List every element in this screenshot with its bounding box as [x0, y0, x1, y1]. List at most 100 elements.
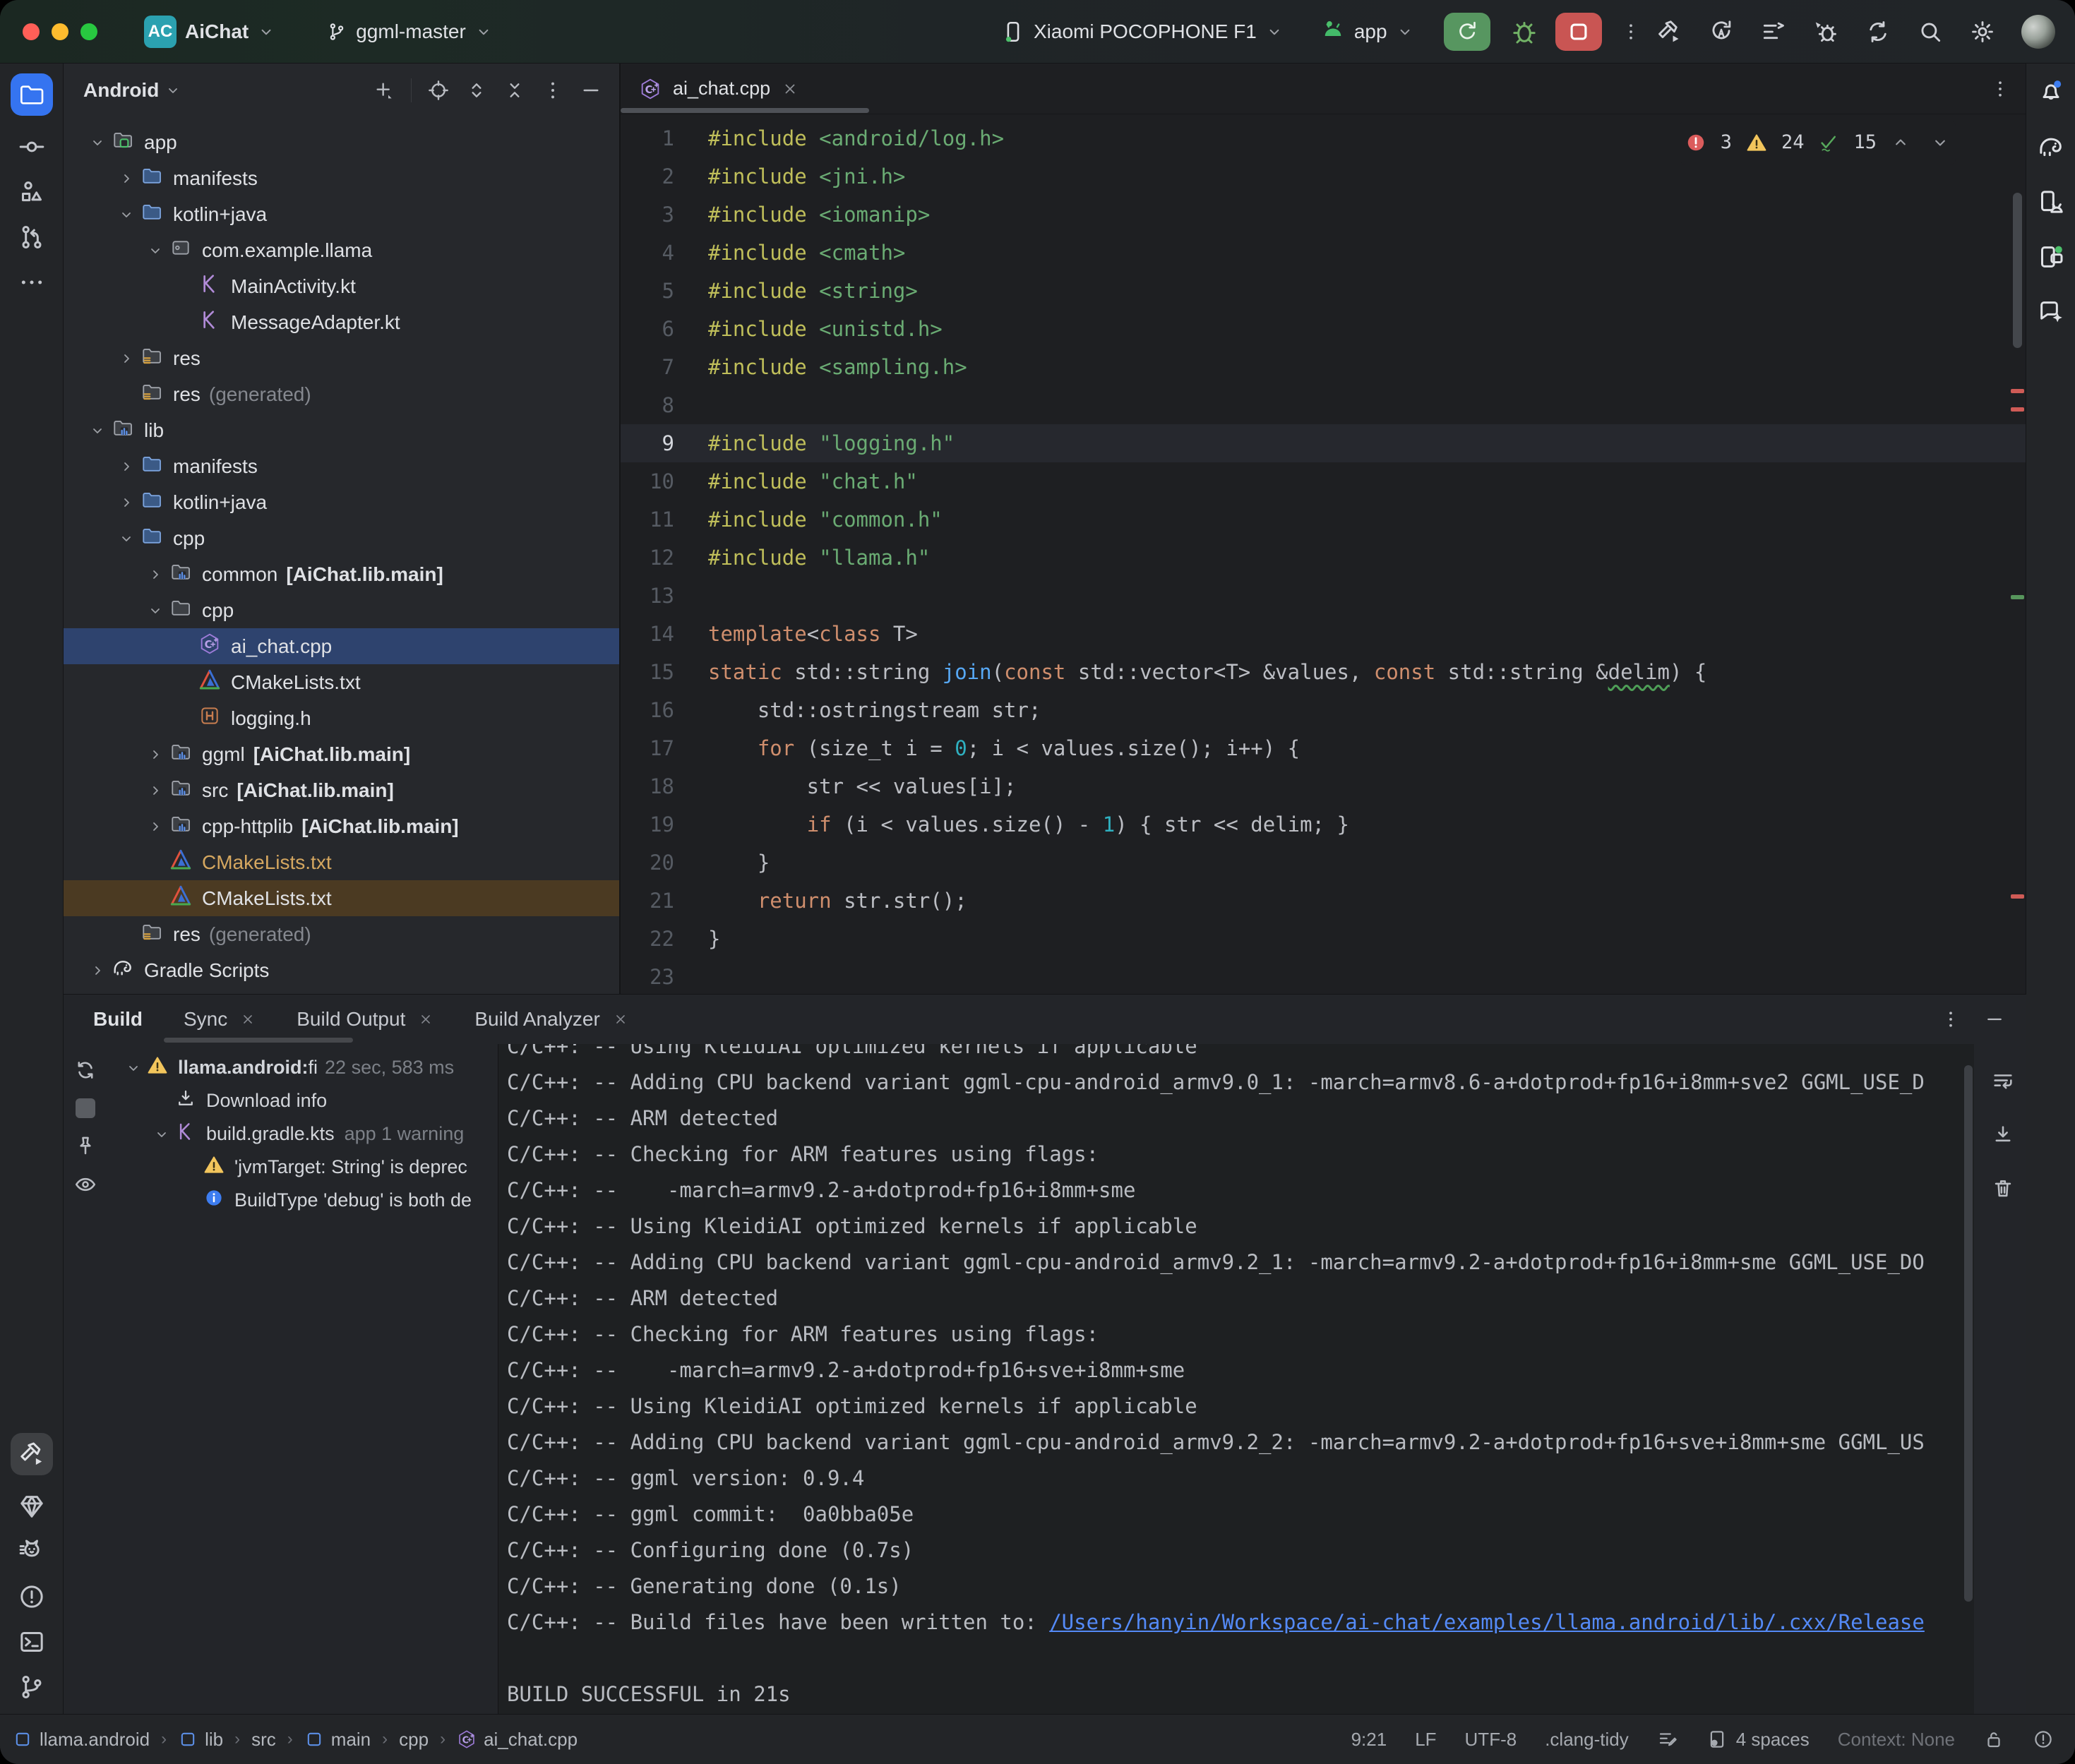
project-tree-item[interactable]: CMakeLists.txt — [64, 880, 619, 916]
code-line[interactable]: 17 for (size_t i = 0; i < values.size();… — [621, 729, 2026, 767]
project-tree-item[interactable]: cpp — [64, 520, 619, 556]
rerun-button[interactable] — [1444, 13, 1490, 51]
chevron-down-icon[interactable] — [118, 206, 135, 223]
scroll-end-button[interactable] — [1991, 1123, 2015, 1147]
project-tree-item[interactable]: kotlin+java — [64, 196, 619, 232]
project-tree-item[interactable]: CMakeLists.txt — [64, 844, 619, 880]
filter-square-button[interactable] — [73, 1096, 97, 1120]
project-tree-item[interactable]: lib — [64, 412, 619, 448]
project-tree-item[interactable]: cpp-httplib[AiChat.lib.main] — [64, 808, 619, 844]
chevron-right-icon[interactable] — [147, 566, 164, 583]
run-config-selector[interactable]: app — [1320, 19, 1414, 44]
tool-strip-running-devices-button[interactable] — [2037, 243, 2065, 271]
status-9-21[interactable]: 9:21 — [1351, 1729, 1387, 1751]
chevron-right-icon[interactable] — [147, 746, 164, 763]
breadcrumb-item[interactable]: llama.android — [13, 1729, 150, 1751]
add-button[interactable] — [373, 79, 395, 102]
project-tree-item[interactable]: res — [64, 340, 619, 376]
error-stripe-mark[interactable] — [2011, 389, 2024, 393]
code-line[interactable]: 7#include <sampling.h> — [621, 348, 2026, 386]
code-line[interactable]: 12#include "llama.h" — [621, 539, 2026, 577]
code-line[interactable]: 4#include <cmath> — [621, 234, 2026, 272]
status-utf-8[interactable]: UTF-8 — [1465, 1729, 1517, 1751]
project-tree-item[interactable]: Cai_chat.cpp — [64, 628, 619, 664]
status-error-outline[interactable] — [2033, 1729, 2054, 1750]
tool-strip-terminal-button[interactable] — [18, 1628, 46, 1656]
settings-button[interactable] — [1969, 18, 1996, 45]
build-tab[interactable]: Sync — [184, 1008, 256, 1031]
chevron-right-icon[interactable] — [89, 962, 106, 979]
status-formatter[interactable] — [1657, 1729, 1678, 1750]
status-context-none[interactable]: Context: None — [1838, 1729, 1955, 1751]
chevron-right-icon[interactable] — [118, 494, 135, 511]
more-run-options-button[interactable] — [1620, 21, 1642, 42]
tool-strip-logcat-button[interactable] — [18, 1537, 46, 1566]
editor-tab[interactable]: C ai_chat.cpp — [621, 64, 817, 114]
project-tree-item[interactable]: Gradle Scripts — [64, 952, 619, 988]
console-scrollbar[interactable] — [1964, 1065, 1973, 1602]
chevron-down-icon[interactable] — [118, 530, 135, 547]
clear-button[interactable] — [1991, 1177, 2015, 1201]
device-selector[interactable]: Xiaomi POCOPHONE F1 — [1001, 20, 1284, 44]
status--clang-tidy[interactable]: .clang-tidy — [1545, 1729, 1629, 1751]
editor-scrollbar[interactable] — [2013, 193, 2022, 348]
code-line[interactable]: 18 str << values[i]; — [621, 767, 2026, 805]
tool-strip-more-horizontal-button[interactable] — [18, 268, 46, 296]
sync-gradle-button[interactable] — [1865, 18, 1891, 45]
more-vertical-button[interactable] — [542, 79, 564, 102]
locate-button[interactable] — [427, 79, 450, 102]
chevron-right-icon[interactable] — [147, 818, 164, 835]
code-line[interactable]: 14template<class T> — [621, 615, 2026, 653]
breadcrumb-item[interactable]: lib — [178, 1729, 223, 1751]
chevron-down-icon[interactable] — [89, 134, 106, 151]
error-stripe-mark[interactable] — [2011, 407, 2024, 412]
project-tree-item[interactable]: manifests — [64, 160, 619, 196]
tool-strip-build-hammer-button[interactable] — [11, 1433, 53, 1475]
code-line[interactable]: 8 — [621, 386, 2026, 424]
project-tree-item[interactable]: res(generated) — [64, 916, 619, 952]
avatar[interactable] — [2021, 15, 2055, 49]
tool-strip-structure-button[interactable] — [18, 178, 46, 206]
close-icon[interactable] — [782, 80, 799, 97]
chevron-right-icon[interactable] — [147, 782, 164, 799]
code-line[interactable]: 5#include <string> — [621, 272, 2026, 310]
project-tree-item[interactable]: CMakeLists.txt — [64, 664, 619, 700]
chevron-down-icon[interactable] — [147, 242, 164, 259]
close-window-button[interactable] — [23, 23, 40, 40]
close-icon[interactable] — [613, 1012, 628, 1027]
build-tree-item[interactable]: Download info — [121, 1084, 494, 1117]
pin-button[interactable] — [73, 1134, 97, 1158]
preview-button[interactable] — [73, 1172, 97, 1196]
build-tab[interactable]: Build Analyzer — [474, 1008, 628, 1031]
tool-strip-notifications-button[interactable] — [2037, 78, 2065, 106]
build-tabbar-scrollbar[interactable] — [164, 1038, 353, 1043]
change-stripe-mark[interactable] — [2011, 595, 2024, 599]
code-line[interactable]: 20 } — [621, 844, 2026, 882]
tool-strip-pull-requests-button[interactable] — [18, 223, 46, 251]
build-tree-item[interactable]: build.gradle.ktsapp 1 warning — [121, 1117, 494, 1151]
close-icon[interactable] — [240, 1012, 256, 1027]
breadcrumb-item[interactable]: cpp — [399, 1729, 429, 1751]
project-tree-item[interactable]: ggml[AiChat.lib.main] — [64, 736, 619, 772]
tool-strip-project-folder-button[interactable] — [11, 73, 53, 116]
project-view-selector[interactable]: Android — [83, 79, 181, 102]
breadcrumb-item[interactable]: Cai_chat.cpp — [457, 1729, 578, 1751]
code-line[interactable]: 11#include "common.h" — [621, 500, 2026, 539]
status-lock-open[interactable] — [1983, 1729, 2004, 1750]
breadcrumb-item[interactable]: main — [304, 1729, 371, 1751]
hide-tool-window-button[interactable] — [1984, 1009, 2005, 1030]
code-line[interactable]: 16 std::ostringstream str; — [621, 691, 2026, 729]
code-line[interactable]: 9#include "logging.h" — [621, 424, 2026, 462]
project-tree-item[interactable]: manifests — [64, 448, 619, 484]
chevron-down-icon[interactable] — [153, 1126, 170, 1143]
project-tree-item[interactable]: com.example.llama — [64, 232, 619, 268]
branch-selector[interactable]: ggml-master — [326, 20, 493, 43]
minimize-window-button[interactable] — [52, 23, 68, 40]
code-line[interactable]: 10#include "chat.h" — [621, 462, 2026, 500]
build-options-button[interactable] — [1940, 1009, 1961, 1030]
chevron-down-icon[interactable] — [147, 602, 164, 619]
code-line[interactable]: 13 — [621, 577, 2026, 615]
attach-debugger-button[interactable] — [1812, 18, 1839, 45]
project-selector[interactable]: AC AiChat — [144, 16, 275, 48]
project-tree-item[interactable]: MessageAdapter.kt — [64, 304, 619, 340]
